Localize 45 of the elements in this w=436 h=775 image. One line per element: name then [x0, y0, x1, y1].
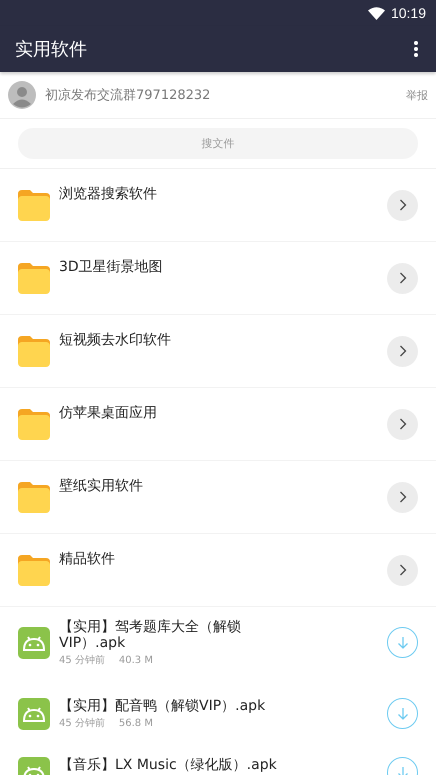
- folder-icon: [18, 408, 50, 440]
- folder-icon: [18, 336, 50, 366]
- download-arrow-icon: [396, 636, 408, 650]
- folder-name: 3D卫星街景地图: [59, 259, 164, 275]
- clock-time: 10:19: [390, 5, 426, 21]
- folder-name: 浏览器搜索软件: [59, 186, 158, 202]
- group-text: 初凉发布交流群797128232: [45, 87, 212, 104]
- chevron-button[interactable]: [387, 482, 418, 512]
- folder-icon: [18, 482, 50, 512]
- file-time: 45 分钟前: [59, 654, 105, 666]
- folder-icon: [18, 190, 50, 220]
- chevron-right-icon: [398, 564, 406, 576]
- download-button[interactable]: [387, 698, 418, 729]
- file-time: 45 分钟前: [59, 718, 105, 728]
- folder-icon: [18, 554, 50, 586]
- chevron-button[interactable]: [387, 262, 418, 294]
- folder-name: 仿苹果桌面应用: [59, 405, 158, 421]
- search-field[interactable]: 搜文件: [18, 128, 418, 159]
- folder-icon: [18, 262, 50, 294]
- file-size: 40.3 M: [118, 654, 153, 666]
- report-link[interactable]: 举报: [406, 88, 428, 102]
- wifi-icon: [368, 6, 385, 20]
- file-size: 56.8 M: [118, 718, 153, 728]
- file-name: 【实用】驾考题库大全（解锁VIP）.apk: [59, 618, 242, 650]
- folder-name: 精品软件: [59, 551, 116, 567]
- chevron-button[interactable]: [387, 190, 418, 220]
- android-icon: [18, 698, 50, 730]
- chevron-right-icon: [398, 199, 406, 211]
- chevron-button[interactable]: [387, 336, 418, 366]
- chevron-button[interactable]: [387, 554, 418, 586]
- file-name: 【实用】配音鸭（解锁VIP）.apk: [59, 698, 266, 714]
- android-icon: [18, 626, 50, 658]
- screen-title: 实用软件: [15, 38, 87, 61]
- avatar-icon: [8, 81, 36, 109]
- download-button[interactable]: [387, 627, 418, 658]
- chevron-button[interactable]: [387, 408, 418, 440]
- chevron-right-icon: [398, 418, 406, 430]
- chevron-right-icon: [398, 345, 406, 357]
- more-icon[interactable]: [414, 41, 418, 57]
- file-name: 【音乐】LX Music（绿化版）.apk: [59, 757, 278, 773]
- chevron-right-icon: [398, 272, 406, 284]
- folder-name: 短视频去水印软件: [59, 332, 172, 348]
- download-arrow-icon: [396, 706, 408, 720]
- chevron-right-icon: [398, 491, 406, 503]
- folder-name: 壁纸实用软件: [59, 478, 144, 494]
